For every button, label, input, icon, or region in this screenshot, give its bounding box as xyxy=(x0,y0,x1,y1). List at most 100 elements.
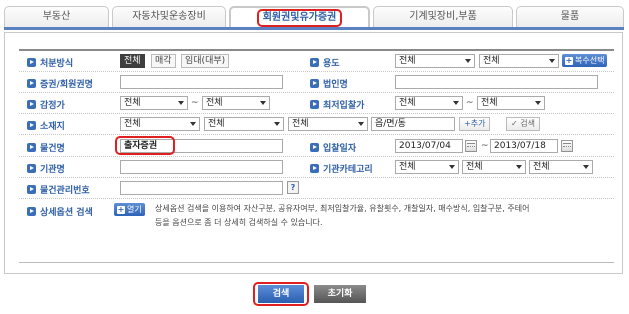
bid-date-text: 입찰일자 xyxy=(323,144,357,154)
location-sido-value: 전체 xyxy=(124,119,141,129)
tab-underline xyxy=(4,27,624,30)
tab-machinery[interactable]: 기계및장비,부품 xyxy=(373,6,513,28)
row-securities-corp: 증권/회원권명 법인명 xyxy=(19,72,614,93)
corp-name-input[interactable] xyxy=(395,75,598,89)
usage-label: 용도 xyxy=(310,56,340,69)
org-name-input[interactable] xyxy=(120,160,283,174)
row-org: 기관명 기관카테고리 전체 전체 전체 xyxy=(19,157,614,178)
detail-option-text: 상세옵션 검색 xyxy=(40,208,93,218)
plus-icon: + xyxy=(565,55,573,65)
location-add-label: 추가 xyxy=(470,119,486,128)
org-category-3-value: 전체 xyxy=(533,162,550,172)
bullet-icon xyxy=(27,121,36,130)
bullet-icon xyxy=(310,100,319,109)
disposal-all-option[interactable]: 전체 xyxy=(120,54,145,68)
appraisal-label: 감정가 xyxy=(27,98,65,111)
org-category-select-3[interactable]: 전체 xyxy=(529,160,593,174)
calendar-icon[interactable] xyxy=(561,140,573,152)
bullet-icon xyxy=(310,79,319,88)
appraisal-from-value: 전체 xyxy=(124,98,141,108)
usage-select-1[interactable]: 전체 xyxy=(395,54,475,68)
item-mgmt-no-input[interactable] xyxy=(120,181,283,195)
multi-select-button[interactable]: + 복수선택 xyxy=(562,54,608,67)
detail-option-label: 상세옵션 검색 xyxy=(27,205,93,218)
chevron-down-icon xyxy=(516,165,522,169)
row-disposal-usage: 처분방식 전체 매각 임대(대부) 용도 전체 전체 + 복수선택 xyxy=(19,51,614,72)
chevron-down-icon xyxy=(274,122,280,126)
tab-real-estate[interactable]: 부동산 xyxy=(4,6,109,28)
location-dong-select[interactable]: 전체 xyxy=(288,117,368,131)
org-category-label: 기관카테고리 xyxy=(310,162,373,175)
bid-date-label: 입찰일자 xyxy=(310,141,356,154)
corp-name-text: 법인명 xyxy=(323,80,348,90)
bullet-icon xyxy=(27,58,36,67)
disposal-sale-option[interactable]: 매각 xyxy=(151,54,176,68)
disposal-lease-option[interactable]: 임대(대부) xyxy=(181,54,230,68)
appraisal-separator: ~ xyxy=(191,98,199,108)
bullet-icon xyxy=(27,100,36,109)
bullet-icon xyxy=(27,164,36,173)
calendar-icon[interactable] xyxy=(465,140,477,152)
min-bid-from-select[interactable]: 전체 xyxy=(395,96,463,110)
location-sido-select[interactable]: 전체 xyxy=(120,117,200,131)
org-category-1-value: 전체 xyxy=(399,162,416,172)
appraisal-to-value: 전체 xyxy=(206,98,223,108)
category-tabs: 부동산 자동차및운송장비 회원권및유가증권 기계및장비,부품 물품 xyxy=(4,6,624,30)
search-form: 처분방식 전체 매각 임대(대부) 용도 전체 전체 + 복수선택 증권/회원권명… xyxy=(19,49,614,263)
help-icon[interactable]: ? xyxy=(287,181,299,194)
org-category-select-1[interactable]: 전체 xyxy=(395,160,459,174)
org-category-text: 기관카테고리 xyxy=(323,165,373,175)
tab-vehicles[interactable]: 자동차및운송장비 xyxy=(112,6,226,28)
usage-select-2[interactable]: 전체 xyxy=(479,54,559,68)
bid-date-to-input[interactable]: 2013/07/18 xyxy=(490,139,558,153)
multi-select-label: 복수선택 xyxy=(575,56,605,65)
item-mgmt-no-text: 물건관리번호 xyxy=(40,186,90,196)
bullet-icon xyxy=(310,143,319,152)
appraisal-text: 감정가 xyxy=(40,101,65,111)
detail-option-open-label: 열기 xyxy=(127,205,142,214)
corp-name-label: 법인명 xyxy=(310,77,348,90)
location-sigungu-select[interactable]: 전체 xyxy=(204,117,284,131)
chevron-down-icon xyxy=(583,165,589,169)
reset-button[interactable]: 초기화 xyxy=(314,285,366,303)
bullet-icon xyxy=(27,185,36,194)
chevron-down-icon xyxy=(535,101,541,105)
org-name-text: 기관명 xyxy=(40,165,65,175)
location-dong-input[interactable]: 읍/면/동 xyxy=(371,117,455,131)
detail-option-open-button[interactable]: + 열기 xyxy=(114,203,145,216)
min-bid-from-value: 전체 xyxy=(399,98,416,108)
securities-name-label: 증권/회원권명 xyxy=(27,77,93,90)
tab-goods[interactable]: 물품 xyxy=(516,6,624,28)
location-add-button[interactable]: +추가 xyxy=(459,117,491,131)
row-item-biddate: 물건명 출자증권 입찰일자 2013/07/04 ~ 2013/07/18 xyxy=(19,135,614,157)
chevron-down-icon xyxy=(190,122,196,126)
bullet-icon xyxy=(310,164,319,173)
appraisal-from-select[interactable]: 전체 xyxy=(120,96,188,110)
bid-date-from-input[interactable]: 2013/07/04 xyxy=(395,139,463,153)
location-text: 소재지 xyxy=(40,122,65,132)
org-category-select-2[interactable]: 전체 xyxy=(462,160,526,174)
org-name-label: 기관명 xyxy=(27,162,65,175)
bullet-icon xyxy=(27,207,36,216)
item-name-text: 물건명 xyxy=(40,144,65,154)
location-search-button[interactable]: ✓ 검색 xyxy=(506,117,540,131)
chevron-down-icon xyxy=(453,101,459,105)
search-panel: 처분방식 전체 매각 임대(대부) 용도 전체 전체 + 복수선택 증권/회원권명… xyxy=(4,32,623,274)
plus-icon: + xyxy=(117,204,125,214)
chevron-down-icon xyxy=(449,165,455,169)
disposal-method-text: 처분방식 xyxy=(40,59,74,69)
item-name-highlight xyxy=(115,136,175,155)
detail-option-description-line1: 상세옵션 검색을 이용하여 자산구분, 공유자여부, 최저입찰가율, 유찰횟수,… xyxy=(155,204,530,213)
min-bid-separator: ~ xyxy=(466,98,474,108)
chevron-down-icon xyxy=(465,59,471,63)
search-button[interactable]: 검색 xyxy=(258,285,304,303)
row-detail-option: 상세옵션 검색 + 열기 상세옵션 검색을 이용하여 자산구분, 공유자여부, 최… xyxy=(19,199,614,239)
securities-name-input[interactable] xyxy=(120,75,283,89)
row-item-mgmt-no: 물건관리번호 ? xyxy=(19,178,614,199)
min-bid-to-select[interactable]: 전체 xyxy=(477,96,545,110)
min-bid-label: 최저입찰가 xyxy=(310,98,364,111)
location-label: 소재지 xyxy=(27,119,65,132)
tab-memberships-securities-label: 회원권및유가증권 xyxy=(256,9,343,27)
min-bid-to-value: 전체 xyxy=(481,98,498,108)
appraisal-to-select[interactable]: 전체 xyxy=(202,96,270,110)
